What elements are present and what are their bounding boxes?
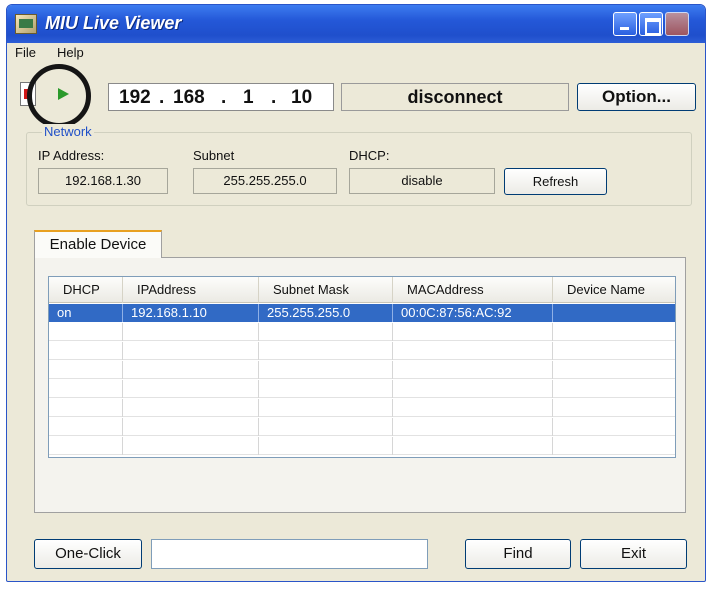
ip-address-label: IP Address: (38, 148, 105, 163)
stop-icon[interactable] (20, 82, 36, 106)
empty-row (49, 418, 675, 436)
empty-cell (553, 418, 675, 436)
ip-octet-2: 168 (173, 87, 205, 108)
empty-cell (393, 437, 553, 455)
empty-cell (553, 342, 675, 360)
empty-cell (259, 418, 393, 436)
empty-cell (49, 380, 123, 398)
cell-mac-address: 00:0C:87:56:AC:92 (393, 304, 553, 322)
empty-cell (49, 418, 123, 436)
empty-cell (123, 399, 259, 417)
app-icon (15, 14, 37, 34)
cell-subnet-mask: 255.255.255.0 (259, 304, 393, 322)
ip-octet-3: 1 (243, 87, 254, 108)
table-row[interactable]: on 192.168.1.10 255.255.255.0 00:0C:87:5… (49, 304, 675, 322)
exit-button[interactable]: Exit (580, 539, 687, 569)
empty-cell (49, 399, 123, 417)
menu-help[interactable]: Help (57, 45, 84, 60)
empty-cell (123, 437, 259, 455)
empty-cell (49, 437, 123, 455)
subnet-label: Subnet (193, 148, 235, 163)
play-icon[interactable] (54, 84, 76, 106)
ip-dot-3: . (271, 87, 277, 108)
ip-dot-1: . (159, 87, 165, 108)
empty-cell (393, 342, 553, 360)
maximize-button[interactable] (639, 12, 663, 36)
column-header-dhcp[interactable]: DHCP (49, 277, 123, 303)
ip-dot-2: . (221, 87, 227, 108)
dhcp-label: DHCP: (349, 148, 390, 163)
one-click-input[interactable] (151, 539, 428, 569)
empty-row (49, 342, 675, 360)
empty-cell (259, 399, 393, 417)
empty-cell (49, 342, 123, 360)
empty-row (49, 380, 675, 398)
minimize-button[interactable] (613, 12, 637, 36)
cell-dhcp: on (49, 304, 123, 322)
window-title: MIU Live Viewer (45, 13, 182, 33)
empty-cell (393, 323, 553, 341)
subnet-value: 255.255.255.0 (193, 168, 337, 194)
empty-cell (49, 361, 123, 379)
one-click-button[interactable]: One-Click (34, 539, 142, 569)
empty-cell (259, 380, 393, 398)
device-list[interactable]: DHCP IPAddress Subnet Mask MACAddress De… (48, 276, 676, 458)
empty-cell (393, 361, 553, 379)
column-header-mac-address[interactable]: MACAddress (393, 277, 553, 303)
network-group-title: Network (42, 124, 94, 139)
empty-cell (123, 323, 259, 341)
empty-row (49, 361, 675, 379)
empty-cell (553, 380, 675, 398)
column-header-device-name[interactable]: Device Name (553, 277, 675, 303)
empty-row (49, 399, 675, 417)
ip-octet-4: 10 (291, 87, 313, 108)
close-button[interactable] (665, 12, 689, 36)
empty-cell (393, 380, 553, 398)
empty-cell (553, 323, 675, 341)
menu-bar: File Help (7, 43, 705, 63)
empty-cell (123, 342, 259, 360)
menu-file[interactable]: File (15, 45, 36, 60)
refresh-button[interactable]: Refresh (504, 168, 607, 195)
empty-row (49, 323, 675, 341)
list-header: DHCP IPAddress Subnet Mask MACAddress De… (49, 277, 675, 303)
empty-cell (123, 418, 259, 436)
empty-cell (259, 437, 393, 455)
empty-cell (393, 418, 553, 436)
empty-cell (393, 399, 553, 417)
empty-cell (553, 437, 675, 455)
empty-cell (553, 399, 675, 417)
title-bar[interactable]: MIU Live Viewer (7, 5, 705, 43)
column-header-ip-address[interactable]: IPAddress (123, 277, 259, 303)
connection-status: disconnect (341, 83, 569, 111)
cell-ip-address: 192.168.1.10 (123, 304, 259, 322)
tab-enable-device[interactable]: Enable Device (34, 230, 162, 258)
find-button[interactable]: Find (465, 539, 571, 569)
empty-cell (259, 323, 393, 341)
ip-address-input[interactable]: 192 . 168 . 1 . 10 (108, 83, 334, 111)
cell-device-name (553, 304, 675, 322)
ip-octet-1: 192 (119, 87, 151, 108)
empty-cell (123, 361, 259, 379)
empty-cell (553, 361, 675, 379)
empty-cell (123, 380, 259, 398)
empty-cell (259, 361, 393, 379)
empty-cell (49, 323, 123, 341)
empty-cell (259, 342, 393, 360)
ip-address-value: 192.168.1.30 (38, 168, 168, 194)
column-header-subnet-mask[interactable]: Subnet Mask (259, 277, 393, 303)
option-button[interactable]: Option... (577, 83, 696, 111)
empty-row (49, 437, 675, 455)
dhcp-value: disable (349, 168, 495, 194)
